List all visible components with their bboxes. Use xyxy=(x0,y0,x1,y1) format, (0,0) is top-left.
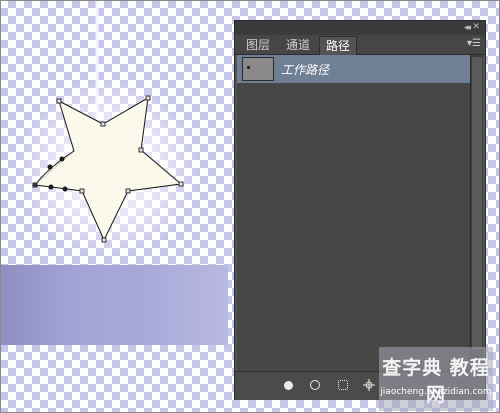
anchor-point xyxy=(145,95,151,101)
path-thumbnail xyxy=(242,57,274,81)
panel-tabs: 图层 通道 路径 ▾☰ xyxy=(235,35,485,55)
watermark-title: 查字典 教程网 xyxy=(382,357,490,406)
fill-path-button[interactable] xyxy=(281,378,295,392)
site-watermark: 查字典 教程网 jiaocheng.chazidian.com xyxy=(379,347,493,411)
watermark-url: jiaocheng.chazidian.com xyxy=(380,387,492,397)
thumbnail-dot xyxy=(247,66,250,69)
scrollbar-thumb[interactable] xyxy=(472,57,482,349)
stroke-path-button[interactable] xyxy=(308,378,322,392)
anchor-point xyxy=(32,182,38,188)
tab-channels[interactable]: 通道 xyxy=(279,36,317,54)
anchor-point xyxy=(101,237,107,243)
fill-path-icon xyxy=(283,380,293,390)
load-selection-icon xyxy=(338,380,348,390)
anchor-point xyxy=(125,188,131,194)
panel-menu-icon[interactable]: ▾☰ xyxy=(467,38,481,50)
anchor-point xyxy=(138,147,144,153)
paths-panel: ◂◂ ✕ 图层 通道 路径 ▾☰ 工作路径 xyxy=(234,20,486,400)
path-name[interactable]: 工作路径 xyxy=(281,61,329,78)
anchor-point xyxy=(79,188,85,194)
tab-layers[interactable]: 图层 xyxy=(239,36,277,54)
anchor-point xyxy=(178,181,184,187)
load-selection-button[interactable] xyxy=(336,378,350,392)
panel-title-strip: ◂◂ ✕ xyxy=(235,21,485,35)
close-icon[interactable]: ✕ xyxy=(472,21,480,33)
mask-icon xyxy=(363,379,375,391)
stroke-path-icon xyxy=(310,380,320,390)
collapse-icon[interactable]: ◂◂ xyxy=(464,22,471,34)
anchor-point xyxy=(100,121,106,127)
path-row-work-path[interactable]: 工作路径 xyxy=(237,55,471,83)
make-mask-button[interactable] xyxy=(362,378,376,392)
paths-list: 工作路径 xyxy=(237,55,471,371)
tab-paths[interactable]: 路径 xyxy=(319,36,357,55)
anchor-point xyxy=(56,98,62,104)
scrollbar[interactable] xyxy=(470,55,483,371)
